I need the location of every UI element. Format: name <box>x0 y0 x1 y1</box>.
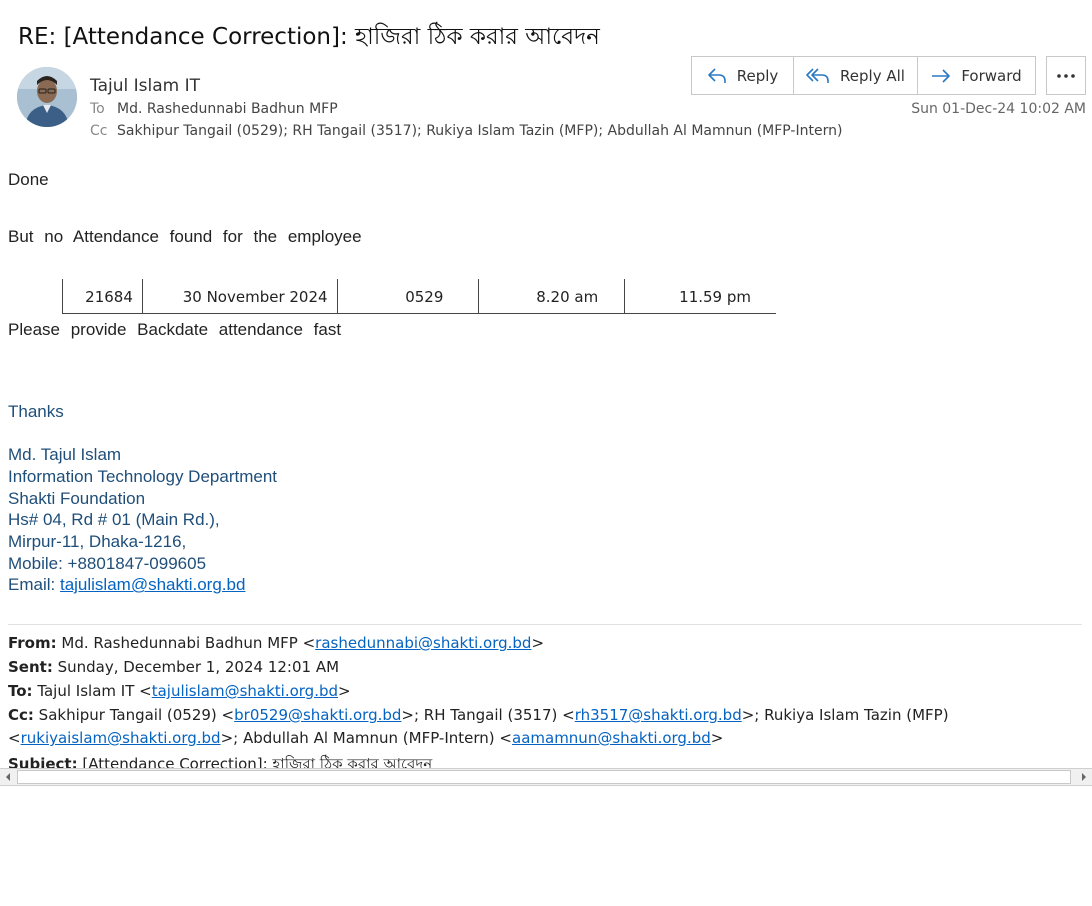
horizontal-scrollbar[interactable] <box>0 768 1092 786</box>
cc-label: Cc <box>90 123 108 139</box>
avatar-photo-icon <box>17 67 77 127</box>
table-cell-date: 30 November 2024 <box>143 279 338 313</box>
quoted-bracket: > <box>531 634 545 652</box>
signature-address-2: Mirpur-11, Dhaka-1216, <box>8 532 187 551</box>
to-recipients: To Md. Rashedunnabi Badhun MFP <box>90 101 338 117</box>
table-cell-out-time: 11.59 pm <box>679 287 751 306</box>
quoted-to: To: Tajul Islam IT <tajulislam@shakti.or… <box>8 682 351 700</box>
signature-email-label: Email: <box>8 575 60 594</box>
signature-email-line: Email: tajulislam@shakti.org.bd <box>8 575 245 595</box>
table-cell-branch: 0529 <box>338 279 480 313</box>
more-actions-button[interactable] <box>1046 56 1086 95</box>
quoted-cc-email-1[interactable]: br0529@shakti.org.bd <box>234 706 401 724</box>
quoted-cc-label: Cc: <box>8 706 34 724</box>
quoted-sent: Sent: Sunday, December 1, 2024 12:01 AM <box>8 658 339 676</box>
quoted-bracket: > <box>710 729 724 747</box>
quoted-cc-text: < <box>8 729 21 747</box>
signature-email-link[interactable]: tajulislam@shakti.org.bd <box>60 575 245 594</box>
quoted-to-name: Tajul Islam IT < <box>32 682 152 700</box>
more-horizontal-icon <box>1057 73 1075 78</box>
forward-button[interactable]: Forward <box>918 57 1035 94</box>
scroll-left-arrow-icon <box>6 773 10 781</box>
quoted-subject-value: [Attendance Correction]: হাজিরা ঠিক করার… <box>77 755 433 768</box>
quoted-cc: Cc: Sakhipur Tangail (0529) <br0529@shak… <box>8 706 949 724</box>
quoted-from-email[interactable]: rashedunnabi@shakti.org.bd <box>315 634 531 652</box>
quoted-cc-email-2[interactable]: rh3517@shakti.org.bd <box>575 706 742 724</box>
scrollbar-thumb[interactable] <box>17 770 1071 784</box>
forward-label: Forward <box>961 66 1022 85</box>
signature-organization: Shakti Foundation <box>8 489 146 508</box>
quoted-cc-email-3[interactable]: rukiyaislam@shakti.org.bd <box>21 729 221 747</box>
quoted-sent-value: Sunday, December 1, 2024 12:01 AM <box>52 658 340 676</box>
reply-label: Reply <box>736 66 779 85</box>
signature-department: Information Technology Department <box>8 467 278 486</box>
quoted-to-label: To: <box>8 682 33 700</box>
cc-recipients: Cc Sakhipur Tangail (0529); RH Tangail (3… <box>90 123 842 139</box>
quoted-to-email[interactable]: tajulislam@shakti.org.bd <box>152 682 338 700</box>
table-cell-id: 21684 <box>63 279 143 313</box>
quoted-cc-email-4[interactable]: aamamnun@shakti.org.bd <box>512 729 711 747</box>
scroll-right-button[interactable] <box>1076 769 1092 785</box>
quoted-cc-text: Sakhipur Tangail (0529) < <box>33 706 235 724</box>
quoted-cc-text: >; Rukiya Islam Tazin (MFP) <box>741 706 949 724</box>
reply-all-button[interactable]: Reply All <box>794 57 918 94</box>
forward-arrow-icon <box>932 68 951 83</box>
sender-name[interactable]: Tajul Islam IT <box>90 76 200 96</box>
reply-all-label: Reply All <box>840 66 905 85</box>
body-line-no-attendance: But no Attendance found for the employee <box>8 227 362 246</box>
quoted-subject-label: Subject: <box>8 755 78 768</box>
quoted-from: From: Md. Rashedunnabi Badhun MFP <rashe… <box>8 634 544 652</box>
quoted-cc-text: >; Abdullah Al Mamnun (MFP-Intern) < <box>220 729 512 747</box>
attendance-table-row: 21684 30 November 2024 0529 8.20 am 11.5… <box>62 279 776 314</box>
signature-mobile: Mobile: +8801847-099605 <box>8 554 207 573</box>
quoted-cc-text: >; RH Tangail (3517) < <box>401 706 575 724</box>
reply-all-arrow-icon <box>806 67 829 83</box>
signature-address-1: Hs# 04, Rd # 01 (Main Rd.), <box>8 510 220 529</box>
signature-thanks: Thanks <box>8 402 64 421</box>
scroll-right-arrow-icon <box>1082 773 1086 781</box>
reply-arrow-icon <box>707 67 726 83</box>
cc-value[interactable]: Sakhipur Tangail (0529); RH Tangail (351… <box>117 123 842 139</box>
to-value[interactable]: Md. Rashedunnabi Badhun MFP <box>117 101 338 117</box>
body-line-request: Please provide Backdate attendance fast <box>8 320 342 339</box>
quoted-subject: Subject: [Attendance Correction]: হাজিরা… <box>8 753 432 768</box>
scroll-left-button[interactable] <box>0 769 16 785</box>
quoted-from-label: From: <box>8 634 57 652</box>
quoted-subject-clip: Subject: [Attendance Correction]: হাজিরা… <box>0 752 1092 768</box>
sent-date: Sun 01-Dec-24 10:02 AM <box>911 101 1086 117</box>
quoted-divider <box>8 624 1082 625</box>
quoted-from-name: Md. Rashedunnabi Badhun MFP < <box>56 634 316 652</box>
signature-name: Md. Tajul Islam <box>8 445 122 464</box>
quoted-bracket: > <box>338 682 351 700</box>
body-line-done: Done <box>8 170 49 189</box>
quoted-sent-label: Sent: <box>8 658 53 676</box>
table-cell-in-time: 8.20 am <box>479 279 626 313</box>
to-label: To <box>90 101 105 117</box>
message-actions: Reply Reply All Forward <box>691 56 1036 95</box>
email-subject: RE: [Attendance Correction]: হাজিরা ঠিক … <box>18 24 600 50</box>
quoted-cc-continued: <rukiyaislam@shakti.org.bd>; Abdullah Al… <box>8 729 723 747</box>
reply-button[interactable]: Reply <box>692 57 794 94</box>
sender-avatar[interactable] <box>17 67 77 127</box>
